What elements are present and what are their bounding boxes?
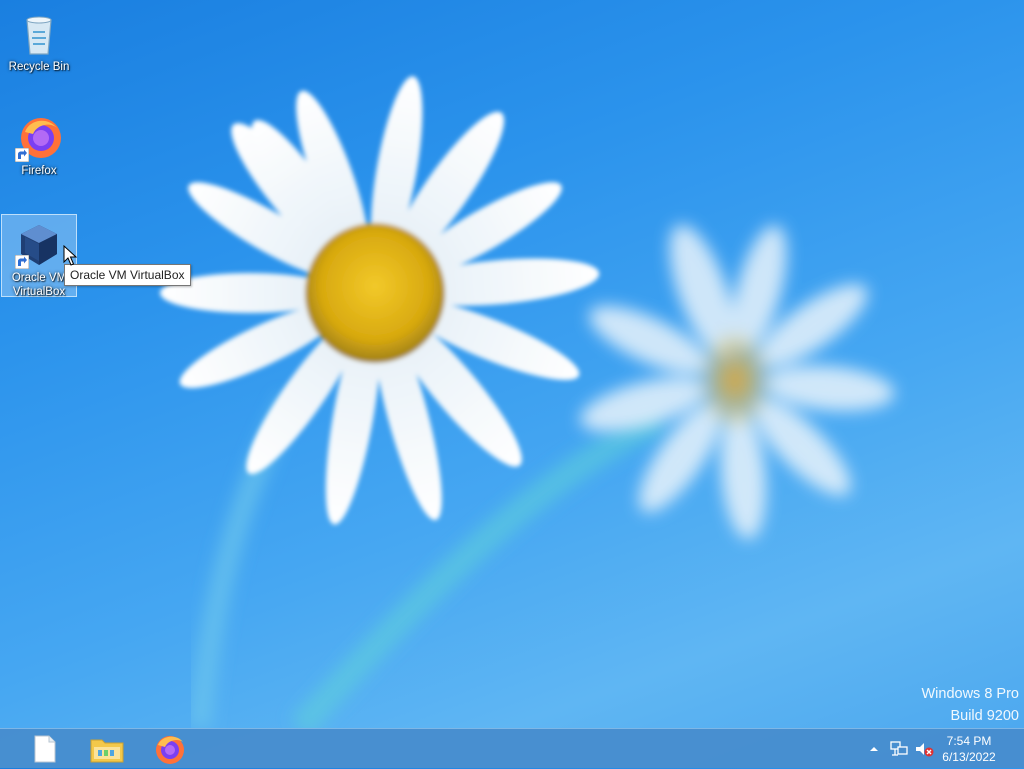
virtualbox-icon xyxy=(15,221,63,269)
desktop-icon-firefox[interactable]: Firefox xyxy=(1,108,77,178)
network-icon xyxy=(890,741,908,756)
windows-watermark: Windows 8 Pro Build 9200 xyxy=(921,683,1019,727)
file-explorer-icon xyxy=(90,739,124,763)
tray-volume[interactable] xyxy=(912,729,936,769)
taskbar: 7:54 PM 6/13/2022 xyxy=(0,728,1024,768)
firefox-icon xyxy=(156,736,184,764)
desktop-wallpaper xyxy=(160,76,895,728)
desktop-icon-label: Recycle Bin xyxy=(8,61,70,73)
shortcut-arrow-icon xyxy=(15,148,29,162)
clock-date: 6/13/2022 xyxy=(942,750,996,764)
shortcut-arrow-icon xyxy=(15,255,29,269)
taskbar-button-firefox[interactable] xyxy=(140,729,200,769)
recycle-bin-icon xyxy=(15,10,63,58)
taskbar-button-document[interactable] xyxy=(15,729,75,769)
firefox-icon xyxy=(15,114,63,162)
tray-network[interactable] xyxy=(888,729,910,769)
tray-show-hidden-icons[interactable] xyxy=(866,729,882,769)
tooltip: Oracle VM VirtualBox xyxy=(64,264,191,286)
desktop-icon-label: Firefox xyxy=(21,165,57,177)
show-hidden-icons-chevron-icon xyxy=(870,747,878,751)
mouse-cursor-icon xyxy=(63,245,77,266)
taskbar-clock[interactable]: 7:54 PM 6/13/2022 xyxy=(934,733,1004,765)
volume-muted-icon xyxy=(916,743,934,757)
watermark-build: Build 9200 xyxy=(950,708,1019,724)
watermark-edition: Windows 8 Pro xyxy=(921,686,1019,702)
taskbar-button-file-explorer[interactable] xyxy=(77,729,137,769)
desktop-icon-recycle-bin[interactable]: Recycle Bin xyxy=(1,4,77,74)
clock-time: 7:54 PM xyxy=(946,734,992,748)
blank-document-icon xyxy=(34,735,56,763)
